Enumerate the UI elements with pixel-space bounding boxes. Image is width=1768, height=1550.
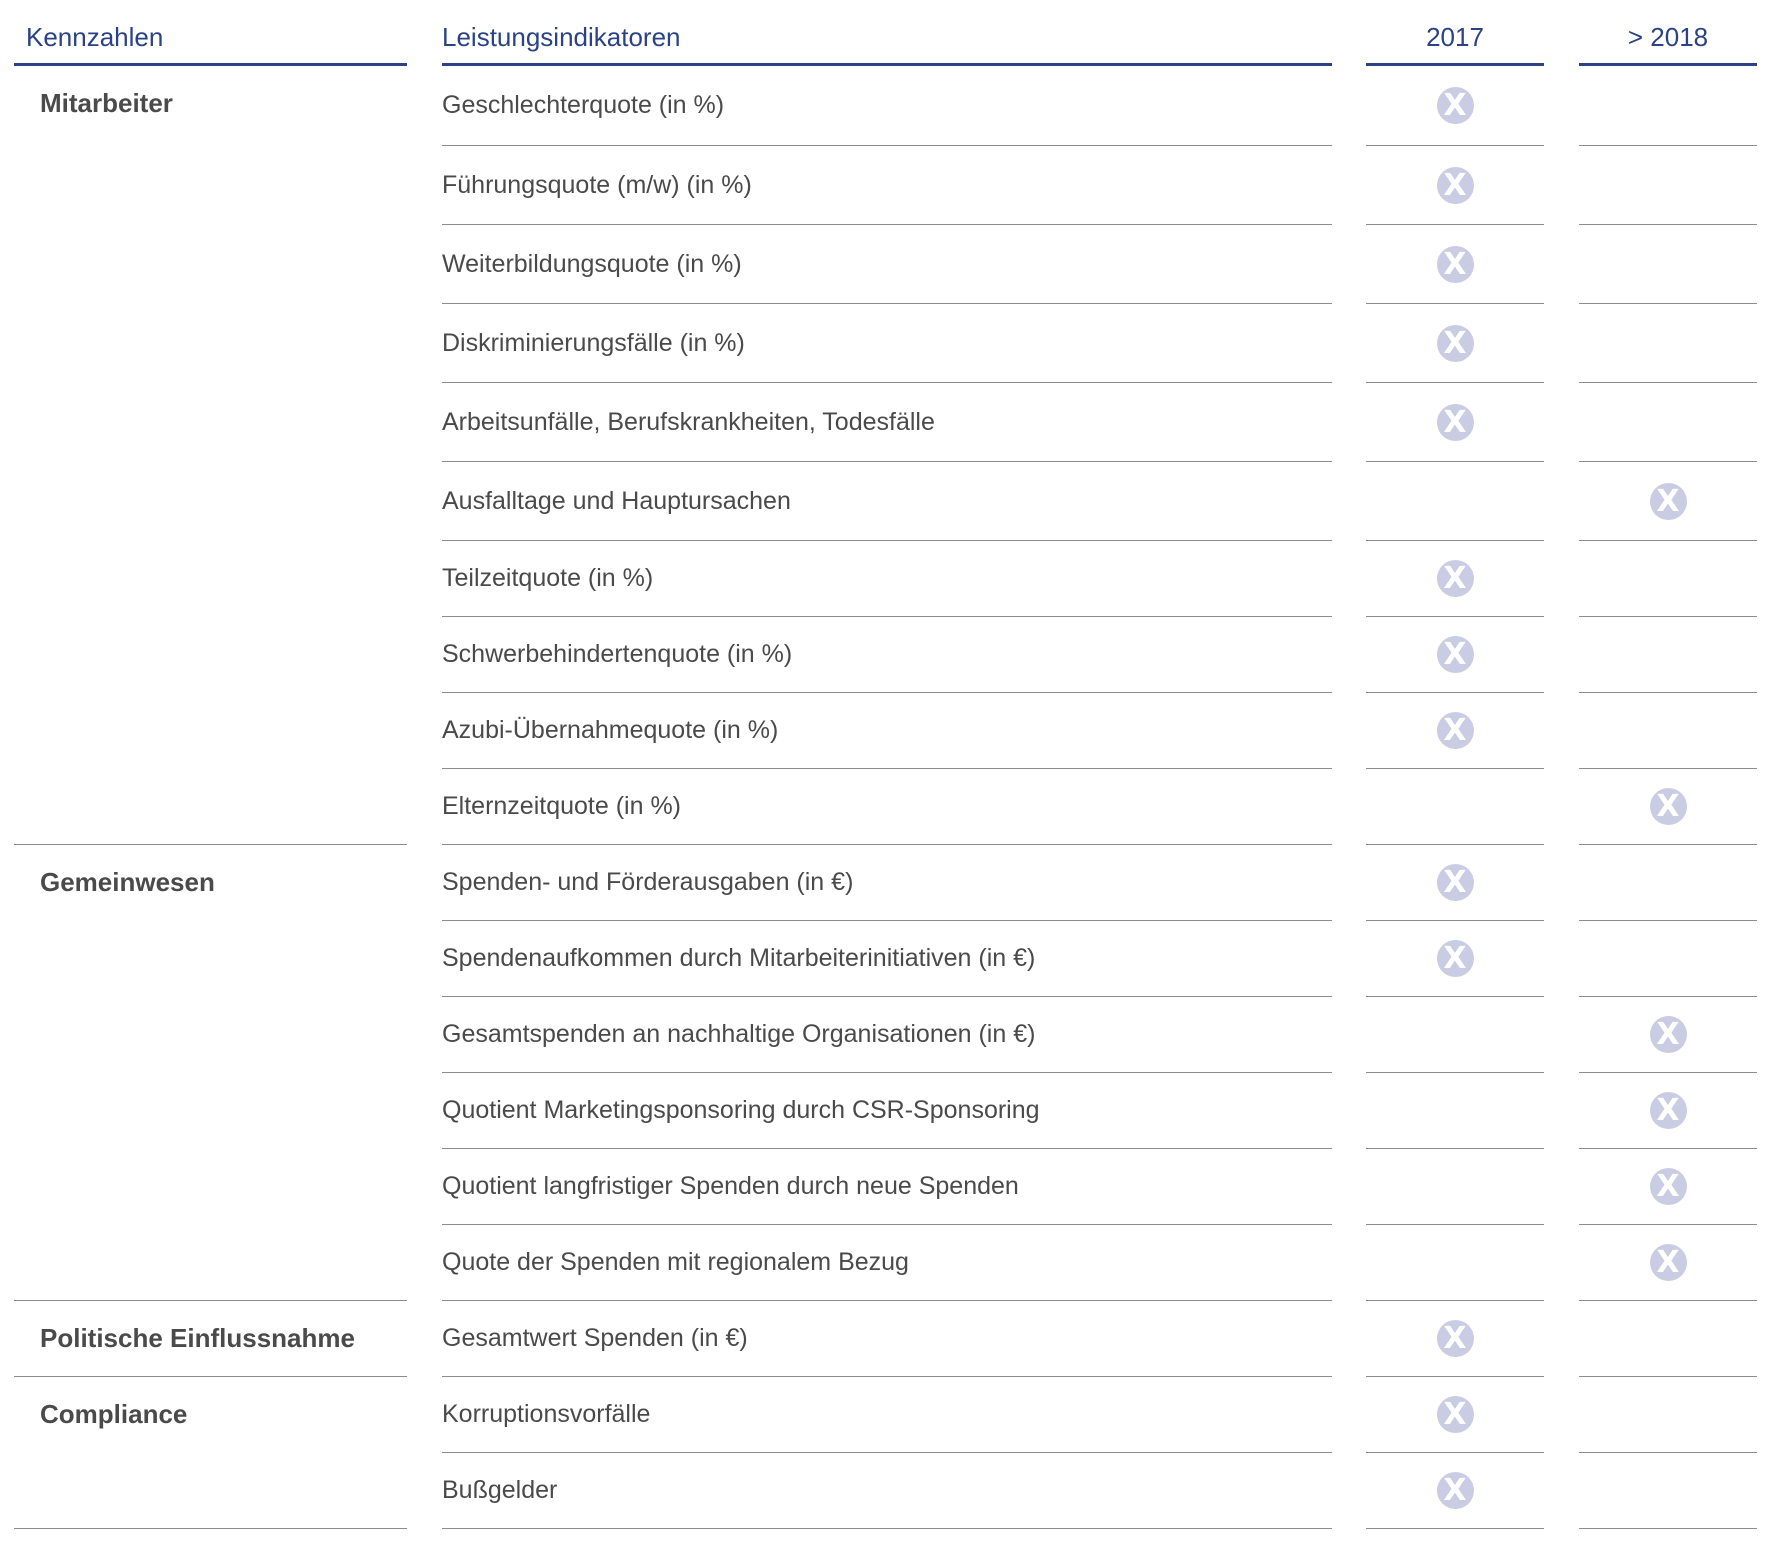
mark-2018-cell: X [1579,997,1757,1073]
x-mark-icon: X [1649,1016,1687,1053]
mark-2017-cell: X [1366,1301,1544,1377]
mark-2018-cell [1579,1301,1757,1377]
indicator-cell: Spenden- und Förderausgaben (in €) [442,845,1332,921]
mark-2018-cell [1579,617,1757,693]
x-mark-icon: X [1649,1092,1687,1129]
mark-2017-cell: X [1366,66,1544,146]
mark-2018-cell [1579,225,1757,304]
mark-2018-cell [1579,921,1757,997]
category-cell: Compliance [14,1377,407,1529]
indicator-cell: Geschlechterquote (in %) [442,66,1332,146]
x-mark-icon: X [1436,403,1474,441]
indicator-cell: Teilzeitquote (in %) [442,541,1332,617]
x-mark-icon: X [1649,482,1687,520]
x-mark-icon: X [1436,636,1474,673]
indicator-cell: Elternzeitquote (in %) [442,769,1332,845]
indicator-cell: Ausfalltage und Hauptursachen [442,462,1332,541]
mark-2017-cell: X [1366,617,1544,693]
mark-2017-cell [1366,769,1544,845]
x-mark-icon: X [1436,712,1474,749]
mark-2017-cell [1366,462,1544,541]
indicator-cell: Spendenaufkommen durch Mitarbeiterinitia… [442,921,1332,997]
category-cell: Gemeinwesen [14,845,407,1301]
indicator-cell: Quotient Marketingsponsoring durch CSR-S… [442,1073,1332,1149]
x-mark-icon: X [1436,864,1474,901]
mark-2017-cell: X [1366,304,1544,383]
mark-2017-cell: X [1366,1453,1544,1529]
indicator-cell: Azubi-Übernahmequote (in %) [442,693,1332,769]
indicator-cell: Diskriminierungsfälle (in %) [442,304,1332,383]
indicator-cell: Quote der Spenden mit regionalem Bezug [442,1225,1332,1301]
indicator-cell: Bußgelder [442,1453,1332,1529]
mark-2018-cell [1579,304,1757,383]
mark-2017-cell: X [1366,693,1544,769]
header-year-2018: > 2018 [1579,0,1757,66]
x-mark-icon: X [1436,1396,1474,1433]
x-mark-icon: X [1436,87,1474,124]
indicator-cell: Weiterbildungsquote (in %) [442,225,1332,304]
mark-2017-cell: X [1366,225,1544,304]
indicator-cell: Quotient langfristiger Spenden durch neu… [442,1149,1332,1225]
indicator-cell: Schwerbehindertenquote (in %) [442,617,1332,693]
mark-2018-cell: X [1579,462,1757,541]
indicator-cell: Korruptionsvorfälle [442,1377,1332,1453]
x-mark-icon: X [1436,166,1474,204]
mark-2018-cell: X [1579,1149,1757,1225]
mark-2018-cell [1579,383,1757,462]
x-mark-icon: X [1436,1472,1474,1509]
mark-2017-cell: X [1366,845,1544,921]
mark-2018-cell [1579,1377,1757,1453]
category-cell: Mitarbeiter [14,66,407,845]
x-mark-icon: X [1436,1320,1474,1357]
indicator-cell: Gesamtspenden an nachhaltige Organisatio… [442,997,1332,1073]
category-label: Politische Einflussnahme [40,1323,355,1353]
mark-2017-cell: X [1366,383,1544,462]
x-mark-icon: X [1649,1168,1687,1205]
category-label: Mitarbeiter [40,88,173,118]
indicator-cell: Gesamtwert Spenden (in €) [442,1301,1332,1377]
indicator-cell: Arbeitsunfälle, Berufskrankheiten, Todes… [442,383,1332,462]
header-kennzahlen: Kennzahlen [14,0,407,66]
mark-2017-cell [1366,997,1544,1073]
mark-2017-cell: X [1366,921,1544,997]
mark-2017-cell: X [1366,146,1544,225]
mark-2017-cell [1366,1149,1544,1225]
header-leistungsindikatoren: Leistungsindikatoren [442,0,1332,66]
mark-2018-cell [1579,146,1757,225]
x-mark-icon: X [1649,788,1687,825]
x-mark-icon: X [1649,1244,1687,1281]
mark-2018-cell [1579,693,1757,769]
mark-2017-cell: X [1366,1377,1544,1453]
category-label: Compliance [40,1399,188,1429]
category-cell: Politische Einflussnahme [14,1301,407,1377]
mark-2017-cell: X [1366,541,1544,617]
mark-2018-cell [1579,541,1757,617]
category-label: Gemeinwesen [40,867,215,897]
mark-2017-cell [1366,1225,1544,1301]
mark-2018-cell: X [1579,1225,1757,1301]
x-mark-icon: X [1436,560,1474,597]
x-mark-icon: X [1436,940,1474,977]
mark-2017-cell [1366,1073,1544,1149]
mark-2018-cell: X [1579,769,1757,845]
mark-2018-cell [1579,66,1757,146]
mark-2018-cell [1579,1453,1757,1529]
x-mark-icon: X [1436,245,1474,283]
mark-2018-cell [1579,845,1757,921]
x-mark-icon: X [1436,324,1474,362]
mark-2018-cell: X [1579,1073,1757,1149]
header-year-2017: 2017 [1366,0,1544,66]
indicator-cell: Führungsquote (m/w) (in %) [442,146,1332,225]
